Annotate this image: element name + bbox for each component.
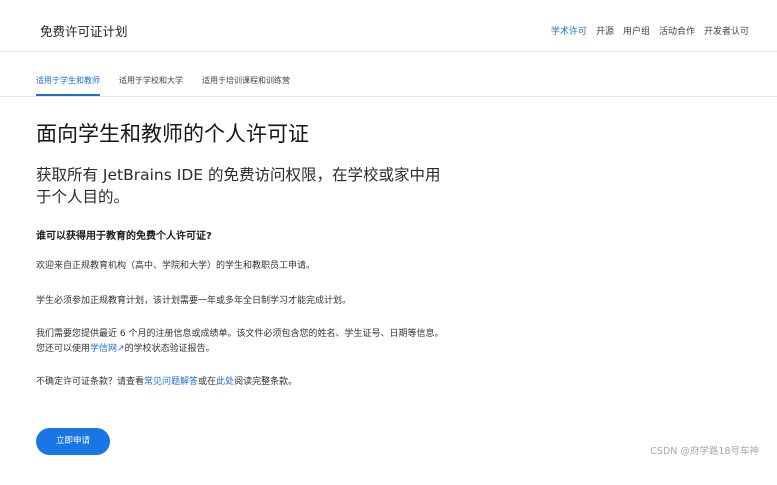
terms-text-middle: 或在 [198, 377, 217, 387]
main-content: 面向学生和教师的个人许可证 获取所有 JetBrains IDE 的免费访问权限… [36, 120, 456, 390]
terms-here-link[interactable]: 此处 [216, 377, 234, 387]
nav-academic-license[interactable]: 学术许可 [551, 25, 587, 39]
top-header: 免费许可证计划 学术许可 开源 用户组 活动合作 开发者认可 [0, 0, 777, 52]
document-requirement-text-end: 的学校状态验证报告。 [124, 344, 215, 354]
eligibility-paragraph: 欢迎来自正规教育机构（高中、学院和大学）的学生和教职员工申请。 [36, 261, 316, 271]
eligibility-heading: 谁可以获得用于教育的免费个人许可证? [36, 231, 212, 242]
document-requirement-paragraph: 我们需要您提供最近 6 个月的注册信息或成绩单。该文件必须包含您的姓名、学生证号… [36, 327, 448, 357]
terms-text-end: 阅读完整条款。 [234, 377, 298, 387]
watermark: CSDN @府学路18号车神 [650, 446, 759, 457]
page-title: 面向学生和教师的个人许可证 [36, 122, 309, 146]
nav-open-source[interactable]: 开源 [596, 25, 614, 39]
apply-now-button[interactable]: 立即申请 [36, 428, 110, 455]
site-brand[interactable]: 免费许可证计划 [40, 24, 128, 40]
terms-paragraph: 不确定许可证条款？请查看常见问题解答或在此处阅读完整条款。 [36, 375, 448, 390]
nav-developer-recognition[interactable]: 开发者认可 [704, 25, 749, 39]
nav-event-partnership[interactable]: 活动合作 [659, 25, 695, 39]
tab-training-bootcamps[interactable]: 适用于培训课程和训练营 [202, 75, 290, 96]
terms-text-start: 不确定许可证条款？请查看 [36, 377, 145, 387]
nav-user-groups[interactable]: 用户组 [623, 25, 650, 39]
tab-students-teachers[interactable]: 适用于学生和教师 [36, 75, 100, 96]
faq-link[interactable]: 常见问题解答 [144, 377, 198, 387]
lead-text: 获取所有 JetBrains IDE 的免费访问权限，在学校或家中用于个人目的。 [36, 166, 441, 206]
sub-nav-tabs: 适用于学生和教师 适用于学校和大学 适用于培训课程和训练营 [36, 75, 290, 96]
program-requirement-paragraph: 学生必须参加正规教育计划，该计划需要一年或多年全日制学习才能完成计划。 [36, 296, 352, 306]
tab-schools-universities[interactable]: 适用于学校和大学 [119, 75, 183, 96]
chsi-link[interactable]: 学信网↗ [90, 344, 125, 354]
sub-nav: 适用于学生和教师 适用于学校和大学 适用于培训课程和训练营 [0, 52, 777, 97]
top-nav: 学术许可 开源 用户组 活动合作 开发者认可 [551, 25, 749, 39]
